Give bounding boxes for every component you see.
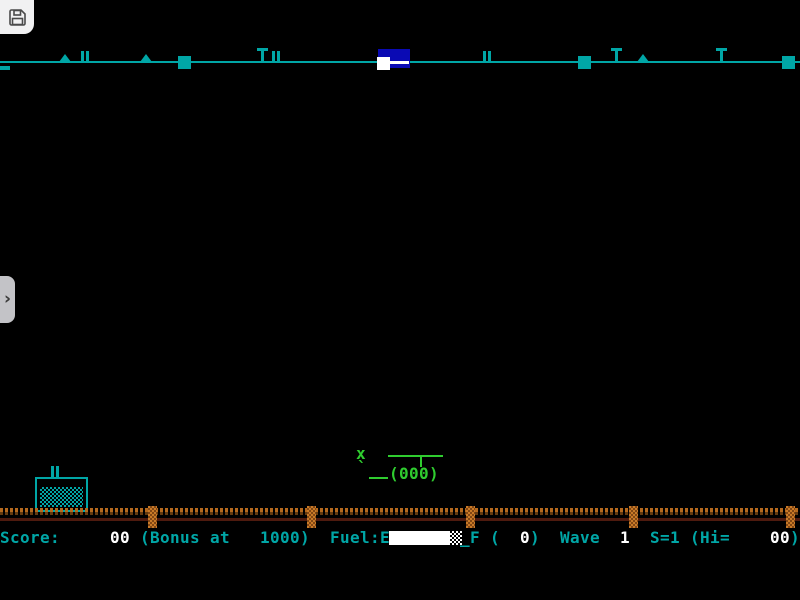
- chevron-right-icon: ›: [4, 291, 11, 308]
- game-screen: x ` (000) Score: 00 (Bonus at 1000) Fuel…: [0, 0, 800, 600]
- skyline-sprite-tree: [140, 54, 152, 62]
- ground-post: [629, 506, 638, 528]
- skyline-sprite-tower: [257, 48, 268, 62]
- status-segment: 0: [520, 528, 530, 547]
- ground-post: [786, 506, 795, 528]
- ground-bricks: [0, 508, 800, 515]
- sidebar-toggle-button[interactable]: ›: [0, 276, 15, 323]
- ground-post: [307, 506, 316, 528]
- status-segment: _F (: [460, 528, 520, 547]
- depot-chimney: [51, 466, 54, 477]
- ground-underline: [0, 518, 800, 521]
- status-segment: ) Wave: [530, 528, 620, 547]
- skyline-sprite-pylon: [272, 51, 280, 62]
- skyline-sprite-block: [178, 56, 191, 69]
- status-segment: Score:: [0, 528, 60, 547]
- depot-chimney: [56, 466, 59, 477]
- status-segment: S=1 (Hi=: [630, 528, 770, 547]
- helicopter-tail: [369, 477, 388, 479]
- fuel-gauge: [389, 531, 450, 545]
- helicopter-body: (000): [389, 466, 439, 482]
- save-button[interactable]: [0, 0, 34, 34]
- ground-post: [466, 506, 475, 528]
- status-segment: 00: [770, 528, 790, 547]
- status-segment: 00: [110, 528, 130, 547]
- floppy-disk-icon: [8, 8, 27, 27]
- skyline-sprite-tree: [59, 54, 71, 62]
- skyline-sprite-tree: [637, 54, 649, 62]
- landing-pad: [377, 49, 410, 70]
- status-segment: [60, 528, 110, 547]
- skyline-sprite-block: [578, 56, 591, 69]
- skyline-sprite-tower: [611, 48, 622, 62]
- status-segment: 1: [620, 528, 630, 547]
- skyline-sprite-block: [782, 56, 795, 69]
- landing-pad-line: [390, 61, 409, 64]
- skyline-sprite-pylon: [81, 51, 89, 62]
- status-segment: (Bonus at 1000) Fuel:E: [130, 528, 390, 547]
- depot-dither-fill: [40, 487, 83, 507]
- skyline-ledge: [0, 66, 10, 70]
- skyline-sprite-pylon: [483, 51, 491, 62]
- helicopter-canopy: `: [357, 460, 367, 476]
- skyline-sprite-tower: [716, 48, 727, 62]
- landing-pad-square: [377, 57, 390, 70]
- fuel-gauge-dither: [450, 531, 462, 545]
- status-segment: ): [790, 528, 800, 547]
- ground-post: [148, 506, 157, 528]
- helicopter-rotor: [388, 455, 443, 457]
